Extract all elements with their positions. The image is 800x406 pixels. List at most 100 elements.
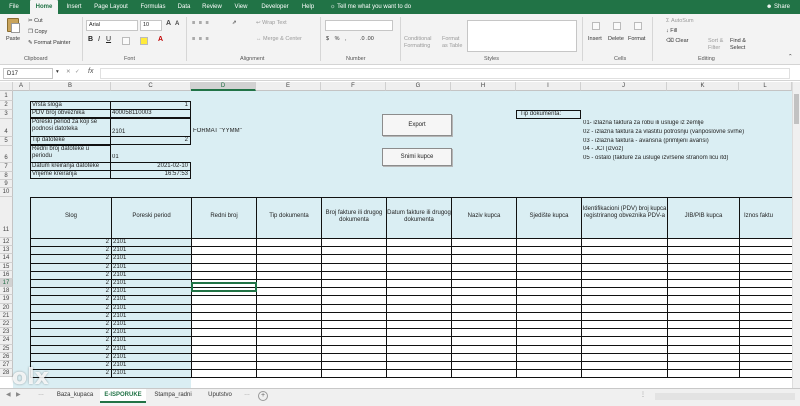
bold-icon[interactable]: B [88, 36, 93, 43]
clear-button[interactable]: ⌫ Clear [666, 38, 688, 44]
active-cell-d17[interactable] [191, 282, 257, 292]
row-header[interactable]: 4 [0, 119, 13, 137]
column-header[interactable]: C [111, 82, 191, 91]
column-header[interactable]: J [581, 82, 667, 91]
tab-page-layout[interactable]: Page Layout [90, 0, 132, 14]
share-button[interactable]: ☻ Share [766, 0, 790, 14]
name-box-dropdown-icon[interactable]: ▾ [56, 69, 59, 75]
tab-file[interactable]: File [4, 0, 24, 14]
row-header[interactable]: 5 [0, 137, 13, 146]
borders-icon[interactable] [122, 37, 130, 45]
vertical-scroll-thumb[interactable] [794, 94, 799, 124]
row-header[interactable]: 3 [0, 110, 13, 119]
tab-split-icon[interactable]: ⋮ [640, 391, 646, 398]
row-header[interactable]: 25 [0, 344, 13, 353]
number-format-select[interactable] [325, 20, 393, 31]
format-as-table-button[interactable]: Format as Table [442, 36, 466, 50]
sheet-tab-baza-kupaca[interactable]: Baza_kupaca [52, 389, 98, 403]
currency-icon[interactable]: $ % , [326, 36, 349, 42]
fill-button[interactable]: ↓ Fill [666, 28, 677, 34]
row-header[interactable]: 6 [0, 146, 13, 163]
pdv-broj-value[interactable]: 400058110003 [110, 109, 191, 118]
row-header[interactable]: 24 [0, 336, 13, 345]
tab-review[interactable]: Review [198, 0, 226, 14]
column-header[interactable]: G [386, 82, 451, 91]
copy-button[interactable]: ❐ Copy [28, 29, 47, 35]
tip-datoteke-value[interactable]: 2 [110, 136, 191, 145]
more-sheets-right-icon[interactable]: … [244, 391, 250, 397]
row-header[interactable]: 21 [0, 311, 13, 320]
column-header[interactable]: L [739, 82, 792, 91]
paste-icon[interactable] [7, 18, 20, 33]
column-header[interactable]: K [667, 82, 739, 91]
font-color-icon[interactable]: A [158, 36, 163, 43]
next-sheet-icon[interactable]: ▶ [16, 391, 21, 398]
cell-styles-gallery[interactable] [467, 20, 577, 52]
fill-color-icon[interactable] [140, 37, 148, 45]
tab-insert[interactable]: Insert [62, 0, 86, 14]
tab-help[interactable]: Help [298, 0, 318, 14]
row-header[interactable]: 1 [0, 91, 13, 101]
row-header[interactable]: 10 [0, 188, 13, 197]
more-sheets-icon[interactable]: … [38, 391, 44, 397]
row-header[interactable]: 22 [0, 320, 13, 329]
shrink-font-icon[interactable]: A [175, 21, 179, 27]
spreadsheet-grid[interactable]: A B C D E F G H I J K L 1 2 3 4 5 6 7 8 … [0, 82, 792, 388]
row-header[interactable]: 23 [0, 328, 13, 337]
insert-function-icon[interactable]: fx [88, 68, 93, 75]
table-cell[interactable] [739, 369, 792, 379]
orientation-icon[interactable]: ⇗ [232, 20, 237, 26]
enter-icon[interactable]: ✓ [75, 69, 80, 75]
format-button[interactable]: Format [628, 36, 645, 42]
top-align-icon[interactable]: ≡ ≡ ≡ [192, 20, 210, 26]
tab-formulas[interactable]: Formulas [136, 0, 170, 14]
font-name-select[interactable]: Arial [86, 20, 138, 31]
formula-input[interactable] [100, 68, 790, 79]
merge-center-button[interactable]: ↔ Merge & Center [256, 36, 302, 42]
column-header[interactable]: E [256, 82, 321, 91]
poreski-period-value[interactable]: 2101 [110, 118, 191, 137]
row-header[interactable]: 7 [0, 163, 13, 172]
horizontal-scrollbar[interactable] [655, 393, 795, 400]
sheet-tab-stampa-radni[interactable]: Stampa_radni [148, 389, 198, 403]
column-header[interactable]: H [451, 82, 516, 91]
column-header[interactable]: B [30, 82, 111, 91]
format-painter-button[interactable]: ✎ Format Painter [28, 40, 71, 46]
export-button[interactable]: Export [382, 114, 452, 136]
row-header[interactable]: 12 [0, 238, 13, 247]
table-cell[interactable] [581, 369, 668, 379]
vertical-scrollbar[interactable] [792, 82, 800, 388]
prev-sheet-icon[interactable]: ◀ [6, 391, 11, 398]
insert-button[interactable]: Insert [588, 36, 602, 42]
column-header[interactable]: I [516, 82, 581, 91]
table-cell[interactable] [321, 369, 387, 379]
table-cell[interactable] [667, 369, 740, 379]
grow-font-icon[interactable]: A [166, 20, 171, 27]
tab-developer[interactable]: Developer [256, 0, 294, 14]
table-cell[interactable] [516, 369, 582, 379]
tab-view[interactable]: View [230, 0, 252, 14]
select-all-corner[interactable] [0, 82, 13, 91]
delete-button[interactable]: Delete [608, 36, 624, 42]
column-header[interactable]: F [321, 82, 386, 91]
underline-icon[interactable]: U [106, 36, 111, 43]
column-header[interactable]: A [13, 82, 30, 91]
row-header[interactable]: 26 [0, 352, 13, 361]
table-cell[interactable] [191, 369, 257, 379]
sort-filter-button[interactable]: Sort & Filter [708, 38, 730, 52]
autosum-button[interactable]: Σ AutoSum [666, 18, 694, 24]
row-header[interactable]: 19 [0, 295, 13, 304]
row-header[interactable]: 9 [0, 180, 13, 188]
vrijeme-kreiranja-value[interactable]: 16:57:53 [110, 170, 191, 179]
row-header[interactable]: 13 [0, 246, 13, 255]
row-header[interactable]: 14 [0, 254, 13, 263]
italic-icon[interactable]: I [98, 36, 100, 43]
table-cell[interactable] [256, 369, 322, 379]
tab-data[interactable]: Data [174, 0, 194, 14]
font-size-select[interactable]: 10 [140, 20, 162, 31]
paste-button[interactable]: Paste [6, 36, 20, 42]
name-box[interactable]: D17 [3, 68, 53, 79]
decimal-icon[interactable]: .0 .00 [360, 36, 374, 42]
tab-home[interactable]: Home [30, 0, 58, 14]
find-select-button[interactable]: Find & Select [730, 38, 754, 52]
